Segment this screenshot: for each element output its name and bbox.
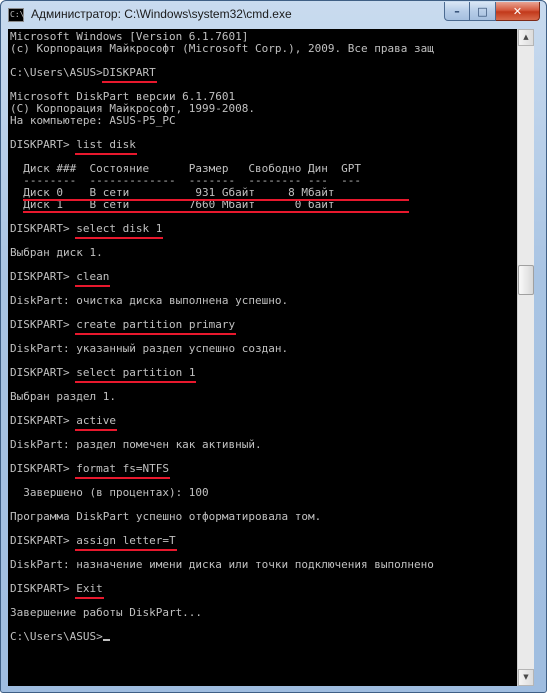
output-line: (c) Корпорация Майкрософт (Microsoft Cor… xyxy=(10,42,434,55)
text-cursor xyxy=(102,639,110,641)
scroll-thumb[interactable] xyxy=(518,265,534,295)
console-output[interactable]: Microsoft Windows [Version 6.1.7601] (c) … xyxy=(8,29,517,686)
output-line: DiskPart: очистка диска выполнена успешн… xyxy=(10,294,289,307)
caption-buttons: – □ ✕ xyxy=(444,2,540,21)
output-line: DiskPart: указанный раздел успешно созда… xyxy=(10,342,289,355)
prompt: DISKPART> xyxy=(10,270,77,283)
output-line: DiskPart: назначение имени диска или точ… xyxy=(10,558,434,571)
current-prompt-line: C:\Users\ASUS> xyxy=(10,631,434,643)
command-text: format fs=NTFS xyxy=(76,462,169,475)
arrow-up-icon: ▲ xyxy=(523,33,529,41)
prompt: DISKPART> xyxy=(10,138,77,151)
command-line: DISKPART> select disk 1 xyxy=(10,223,434,235)
command-text: Exit xyxy=(76,582,103,595)
command-line: DISKPART> Exit xyxy=(10,583,434,595)
command-line: DISKPART> list disk xyxy=(10,139,434,151)
minimize-button[interactable]: – xyxy=(444,2,470,21)
prompt: DISKPART> xyxy=(10,366,77,379)
close-button[interactable]: ✕ xyxy=(496,2,540,21)
command-line: DISKPART> create partition primary xyxy=(10,319,434,331)
vertical-scrollbar[interactable]: ▲ ▼ xyxy=(517,29,534,686)
title-bar[interactable]: C:\ Администратор: C:\Windows\system32\c… xyxy=(1,1,546,29)
maximize-button[interactable]: □ xyxy=(470,2,496,21)
scroll-up-button[interactable]: ▲ xyxy=(518,29,534,46)
prompt: DISKPART> xyxy=(10,222,77,235)
prompt: DISKPART> xyxy=(10,462,77,475)
output-line: На компьютере: ASUS-P5_PC xyxy=(10,114,176,127)
row-highlight-mark xyxy=(23,211,409,213)
command-text: list disk xyxy=(76,138,136,151)
prompt: DISKPART> xyxy=(10,582,77,595)
output-line: Программа DiskPart успешно отформатирова… xyxy=(10,510,322,523)
scroll-down-button[interactable]: ▼ xyxy=(518,669,534,686)
arrow-down-icon: ▼ xyxy=(523,673,529,681)
command-line: DISKPART> clean xyxy=(10,271,434,283)
command-text: select disk 1 xyxy=(76,222,163,235)
prompt: DISKPART> xyxy=(10,318,77,331)
prompt: DISKPART> xyxy=(10,534,77,547)
cmd-window: C:\ Администратор: C:\Windows\system32\c… xyxy=(0,0,547,693)
command-text: select partition 1 xyxy=(76,366,196,379)
command-line: DISKPART> format fs=NTFS xyxy=(10,463,434,475)
close-icon: ✕ xyxy=(512,4,523,18)
output-line: Выбран диск 1. xyxy=(10,246,103,259)
command-line: DISKPART> assign letter=T xyxy=(10,535,434,547)
output-line: DiskPart: раздел помечен как активный. xyxy=(10,438,262,451)
command-line: DISKPART> active xyxy=(10,415,434,427)
command-text: active xyxy=(76,414,116,427)
console-lines: Microsoft Windows [Version 6.1.7601] (c) … xyxy=(10,31,434,643)
output-line: Выбран раздел 1. xyxy=(10,390,116,403)
command-text: create partition primary xyxy=(76,318,236,331)
maximize-icon: □ xyxy=(477,4,488,18)
window-title: Администратор: C:\Windows\system32\cmd.e… xyxy=(31,7,292,21)
prompt: DISKPART> xyxy=(10,414,77,427)
output-line: Завершено (в процентах): 100 xyxy=(10,486,209,499)
output-line: Завершение работы DiskPart... xyxy=(10,606,203,619)
command-text: clean xyxy=(76,270,110,283)
minimize-icon: – xyxy=(454,4,460,18)
row-highlight-mark xyxy=(23,199,409,201)
command-line: DISKPART> select partition 1 xyxy=(10,367,434,379)
prompt: C:\Users\ASUS> xyxy=(10,66,103,79)
command-text: DISKPART xyxy=(102,66,156,79)
cmd-app-icon[interactable]: C:\ xyxy=(8,8,24,22)
command-text: assign letter=T xyxy=(76,534,176,547)
command-line: C:\Users\ASUS>DISKPART xyxy=(10,67,434,79)
